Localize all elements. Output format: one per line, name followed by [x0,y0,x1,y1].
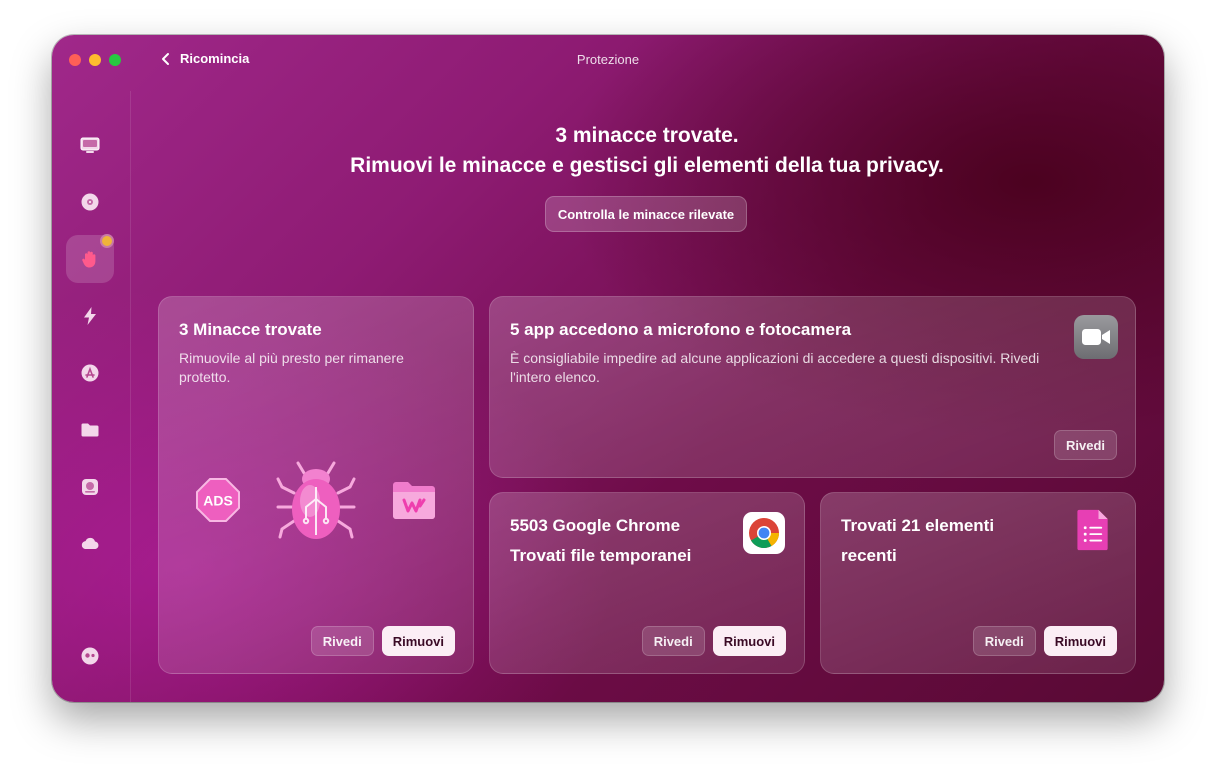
drive-icon [82,479,98,495]
folder-icon [81,423,99,437]
review-threats-button[interactable]: Controlla le minacce rilevate [545,196,747,232]
mic-camera-card: 5 app accedono a microfono e fotocamera … [489,296,1136,478]
threats-review-button[interactable]: Rivedi [310,626,374,656]
mic-camera-review-button[interactable]: Rivedi [1053,430,1117,460]
svg-text:ADS: ADS [203,493,233,509]
app-window: Ricomincia Protezione 3 minacce trovate.… [52,35,1164,702]
recent-actions: Rivedi Rimuovi [972,626,1117,656]
sidebar-item-assistant[interactable] [66,632,114,680]
sidebar-item-protection[interactable] [66,234,114,283]
ads-icon: ADS [196,478,240,522]
recent-items-card: Trovati 21 elementi recenti Rivedi Rimuo… [820,492,1136,674]
heading-line-1: 3 minacce trovate. [555,124,739,147]
window-title: Protezione [576,52,640,67]
assistant-icon [81,647,99,665]
page-heading: 3 minacce trovate. Rimuovi le minacce e … [130,121,1164,181]
sidebar-item-cloud[interactable] [66,520,114,568]
threats-remove-button[interactable]: Rimuovi [381,626,455,656]
chrome-actions: Rivedi Rimuovi [641,626,786,656]
cloud-icon [81,537,99,549]
recent-remove-button[interactable]: Rimuovi [1043,626,1117,656]
sidebar-item-smart-care[interactable] [66,121,114,169]
sidebar-item-cleanup[interactable] [66,178,114,226]
threats-description: Rimuovile al più presto per rimanere pro… [179,350,404,385]
threats-title: 3 Minacce trovate [179,320,322,339]
display-icon [80,137,100,153]
chrome-remove-button[interactable]: Rimuovi [712,626,786,656]
heading-line-2: Rimuovi le minacce e gestisci gli elemen… [350,154,944,177]
chrome-temp-files-card: 5503 Google Chrome Trovati file temporan… [489,492,805,674]
sidebar-item-space-lens[interactable] [66,463,114,511]
notification-badge [100,234,114,248]
threat-illustration: ADS [159,457,473,543]
facetime-icon [1074,315,1118,359]
recent-review-button[interactable]: Rivedi [972,626,1036,656]
sidebar-item-my-clutter[interactable] [66,406,114,454]
sidebar-item-applications[interactable] [66,349,114,397]
threats-actions: Rivedi Rimuovi [310,626,455,656]
hand-icon [82,251,96,268]
folder-w-icon [393,482,435,519]
mic-camera-description: È consigliabile impedire ad alcune appli… [510,350,1040,385]
mic-camera-title: 5 app accedono a microfono e fotocamera [510,320,852,339]
disc-icon [81,193,99,211]
sidebar [52,91,131,702]
bolt-icon [84,307,96,325]
threats-card: 3 Minacce trovate Rimuovile al più prest… [158,296,474,674]
sidebar-item-performance[interactable] [66,292,114,340]
document-list-icon [1077,509,1108,551]
bug-icon [276,461,356,539]
mic-camera-actions: Rivedi [1053,430,1117,460]
chrome-icon [743,512,785,554]
app-store-icon [81,364,99,382]
chrome-review-button[interactable]: Rivedi [641,626,705,656]
